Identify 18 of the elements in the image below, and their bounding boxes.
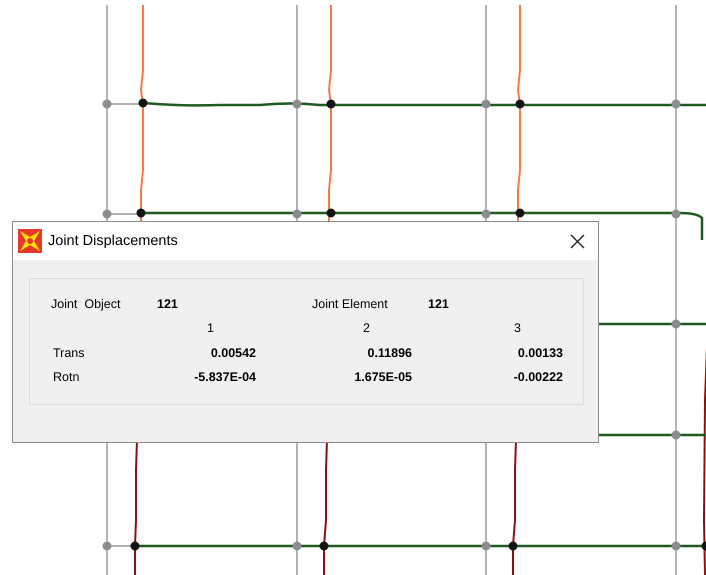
row-label: Rotn [53,370,80,384]
table-cell-text: 0.11896 [366,346,412,360]
column-header: 1 [206,321,215,336]
table-cell-text: -0.00222 [512,370,563,384]
row-label: Trans [53,346,86,360]
joint-object-label: Joint Object [51,297,122,311]
table-cell-text: 1.675E-05 [353,370,412,384]
column-header: 2 [362,321,371,336]
app-icon [18,229,42,253]
table-cell-text: 0.00133 [516,346,563,360]
joint-element-label: Joint Element [312,297,389,311]
column-header: 3 [513,321,522,336]
table-cell-text: 0.00542 [210,346,256,360]
close-icon [570,234,584,248]
window-title: Joint Displacements [48,233,179,249]
joint-object-value: 121 [157,297,179,311]
joint-element-value: 121 [428,297,449,311]
table-cell-text: -5.837E-04 [193,370,256,384]
